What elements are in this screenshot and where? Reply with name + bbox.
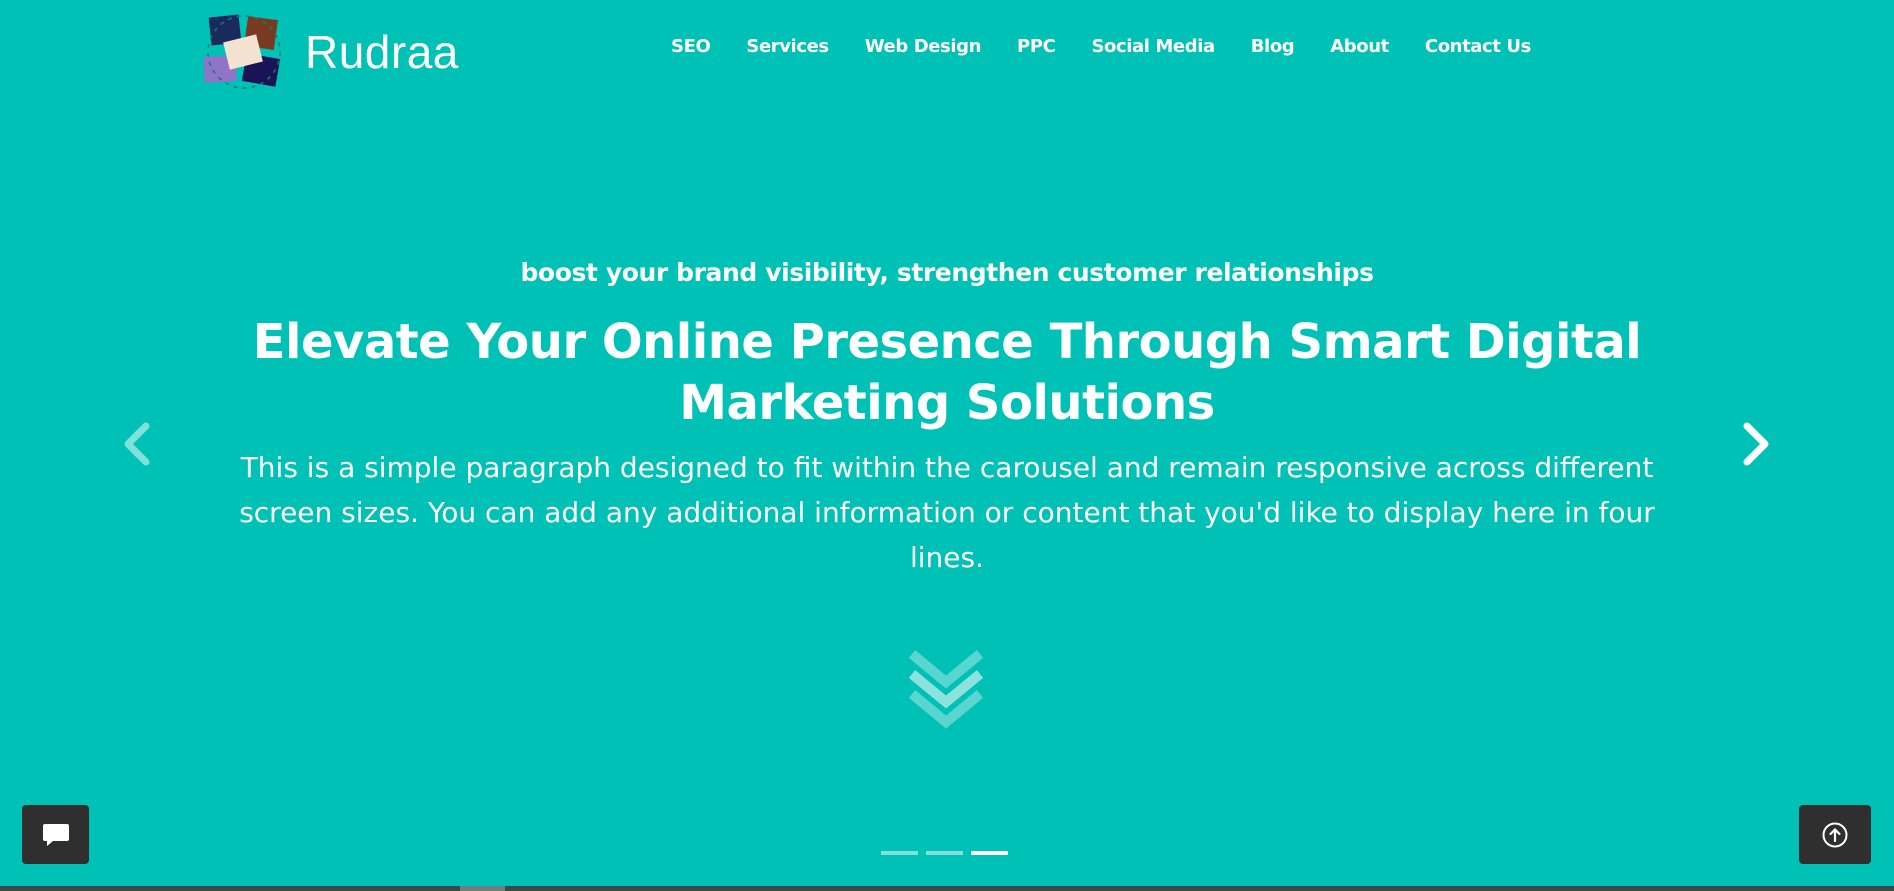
arrow-up-circle-icon: [1822, 822, 1848, 847]
nav-link-about[interactable]: About: [1330, 36, 1389, 57]
carousel-next-button[interactable]: [1735, 418, 1775, 470]
nav-link-ppc[interactable]: PPC: [1017, 36, 1056, 57]
hero-description: This is a simple paragraph designed to f…: [239, 451, 1655, 574]
main-nav: SEO Services Web Design PPC Social Media…: [671, 36, 1531, 57]
chat-button[interactable]: [22, 805, 89, 864]
carousel-indicator-3[interactable]: [971, 851, 1008, 855]
hero-eyebrow: boost your brand visibility, strengthen …: [520, 258, 1374, 287]
nav-link-blog[interactable]: Blog: [1251, 36, 1295, 57]
brand-name: Rudraa: [305, 26, 459, 78]
nav-link-web-design[interactable]: Web Design: [865, 36, 982, 57]
navbar: Rudraa SEO Services Web Design PPC Socia…: [0, 0, 1894, 100]
page-bottom-edge: [0, 886, 1894, 891]
nav-link-seo[interactable]: SEO: [671, 36, 711, 57]
chevron-left-icon: [124, 422, 150, 466]
nav-link-services[interactable]: Services: [746, 36, 829, 57]
nav-link-social-media[interactable]: Social Media: [1091, 36, 1215, 57]
nav-link-contact-us[interactable]: Contact Us: [1425, 36, 1531, 57]
hero-headline: Elevate Your Online Presence Through Sma…: [252, 314, 1642, 431]
brand-link[interactable]: Rudraa: [196, 12, 459, 92]
chevron-right-icon: [1743, 422, 1769, 466]
carousel-indicators: [881, 851, 1008, 855]
carousel-prev-button[interactable]: [118, 418, 158, 470]
chat-bubble-icon: [42, 823, 69, 846]
brand-logo-icon: [203, 14, 281, 89]
carousel-indicator-1[interactable]: [881, 851, 918, 855]
back-to-top-button[interactable]: [1799, 805, 1871, 864]
double-chevron-down-icon[interactable]: [906, 648, 986, 730]
carousel-indicator-2[interactable]: [926, 851, 963, 855]
